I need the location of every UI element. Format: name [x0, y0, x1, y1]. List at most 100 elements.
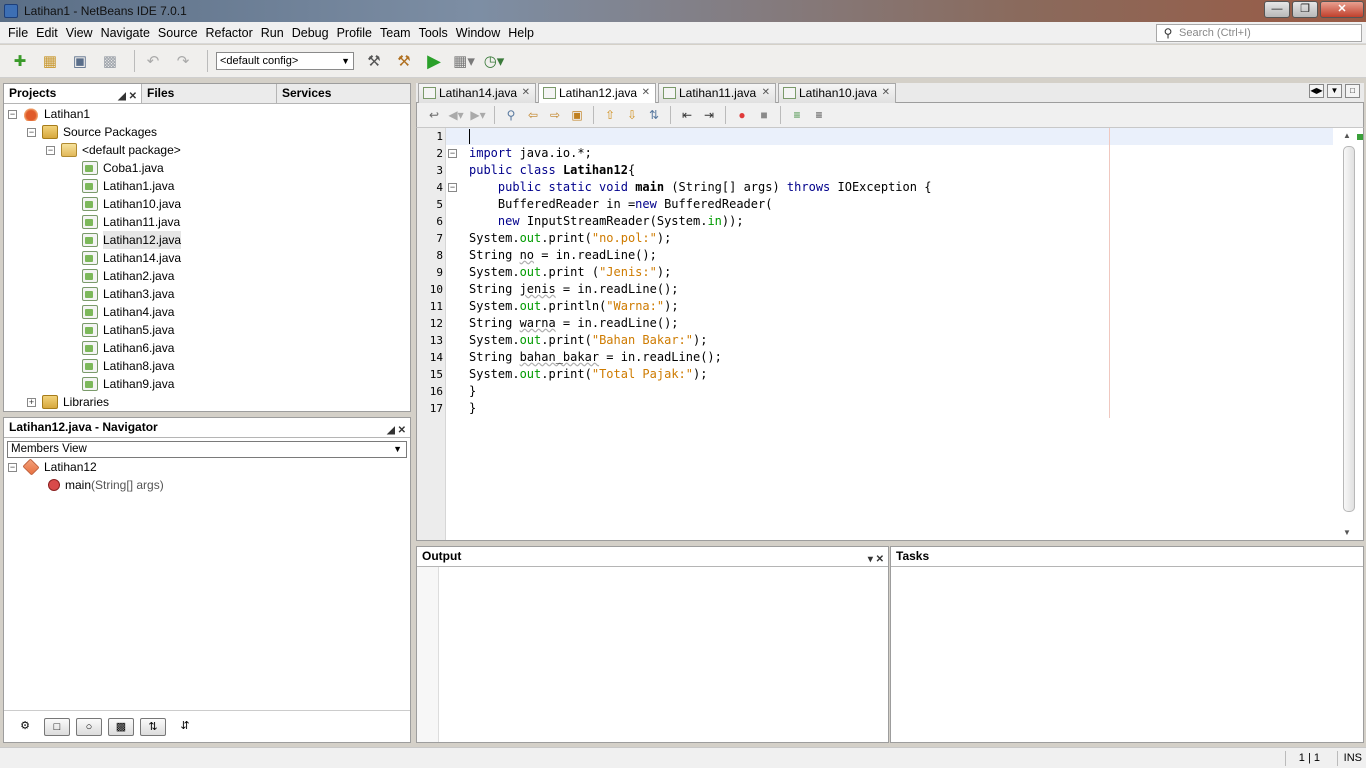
- menu-debug[interactable]: Debug: [288, 26, 333, 40]
- new-project-icon[interactable]: ▦: [38, 50, 62, 72]
- tree-node-default-package[interactable]: − <default package>: [46, 141, 181, 159]
- show-static-icon[interactable]: ○: [76, 717, 102, 736]
- fold-collapse-icon[interactable]: −: [448, 149, 457, 158]
- tree-file-selected[interactable]: Latihan12.java: [82, 231, 182, 249]
- save-all-icon[interactable]: ▩: [98, 50, 122, 72]
- close-tab-icon[interactable]: ✕: [882, 84, 890, 102]
- members-view-select[interactable]: Members View ▼: [7, 441, 407, 458]
- tree-node-source-packages[interactable]: − Source Packages: [27, 123, 157, 141]
- collapse-icon[interactable]: −: [46, 145, 55, 155]
- tree-file[interactable]: Latihan8.java: [82, 357, 174, 375]
- tree-file[interactable]: Latihan4.java: [82, 303, 174, 321]
- tree-node-project[interactable]: − Latihan1: [8, 105, 90, 123]
- tree-file[interactable]: Latihan6.java: [82, 339, 174, 357]
- scroll-tabs-left-icon[interactable]: ◀▶: [1309, 84, 1324, 98]
- find-selection-icon[interactable]: ⚲: [502, 106, 520, 124]
- tree-file[interactable]: Latihan9.java: [82, 375, 174, 393]
- sort-by-source-icon[interactable]: ⇅: [140, 717, 166, 736]
- tree-file[interactable]: Latihan5.java: [82, 321, 174, 339]
- tree-file[interactable]: Coba1.java: [82, 159, 164, 177]
- menu-help[interactable]: Help: [504, 26, 538, 40]
- redo-icon[interactable]: ↷: [171, 50, 195, 72]
- menu-file[interactable]: File: [4, 26, 32, 40]
- find-next-icon[interactable]: ⇨: [546, 106, 564, 124]
- sort-by-name-icon[interactable]: ⇵: [172, 718, 198, 736]
- minimize-window-icon[interactable]: ◢ ✕: [387, 421, 406, 440]
- next-bookmark-icon[interactable]: ⇩: [623, 106, 641, 124]
- close-tab-icon[interactable]: ✕: [642, 84, 650, 102]
- undo-icon[interactable]: ↶: [141, 50, 165, 72]
- maximize-window-icon[interactable]: □: [1345, 84, 1360, 98]
- tab-services[interactable]: Services: [277, 84, 410, 103]
- tree-file[interactable]: Latihan11.java: [82, 213, 180, 231]
- search-box[interactable]: ⚲ Search (Ctrl+I): [1156, 24, 1362, 42]
- scrollbar-thumb[interactable]: [1343, 146, 1355, 512]
- profile-icon[interactable]: ◷▾: [482, 50, 506, 72]
- menu-profile[interactable]: Profile: [333, 26, 376, 40]
- editor-scrollbar[interactable]: ▲ ▼: [1333, 128, 1363, 540]
- tree-file[interactable]: Latihan1.java: [82, 177, 174, 195]
- tree-file[interactable]: Latihan10.java: [82, 195, 181, 213]
- minimize-button[interactable]: —: [1264, 1, 1290, 18]
- comment-icon[interactable]: ≡: [788, 106, 806, 124]
- fold-collapse-icon[interactable]: −: [448, 183, 457, 192]
- back-icon[interactable]: ◀▾: [447, 106, 465, 124]
- config-select[interactable]: <default config> ▼: [216, 52, 354, 70]
- toggle-highlight-icon[interactable]: ▣: [568, 106, 586, 124]
- close-tab-icon[interactable]: ✕: [522, 84, 530, 102]
- menu-navigate[interactable]: Navigate: [97, 26, 154, 40]
- menu-view[interactable]: View: [62, 26, 97, 40]
- tree-node-libraries[interactable]: + Libraries: [27, 393, 109, 411]
- menu-source[interactable]: Source: [154, 26, 202, 40]
- clean-build-icon[interactable]: ⚒: [392, 50, 416, 72]
- tab-editor-file[interactable]: Latihan14.java ✕: [418, 83, 536, 103]
- scroll-down-icon[interactable]: ▼: [1343, 528, 1351, 537]
- menu-refactor[interactable]: Refactor: [202, 26, 257, 40]
- start-macro-icon[interactable]: ●: [733, 106, 751, 124]
- menu-tools[interactable]: Tools: [415, 26, 452, 40]
- expand-icon[interactable]: +: [27, 397, 36, 407]
- toggle-bookmark-icon[interactable]: ⇅: [645, 106, 663, 124]
- shift-left-icon[interactable]: ⇤: [678, 106, 696, 124]
- tree-file[interactable]: Latihan14.java: [82, 249, 181, 267]
- new-file-icon[interactable]: ✚: [8, 50, 32, 72]
- tab-projects[interactable]: Projects ◢ ✕: [4, 84, 142, 103]
- scroll-up-icon[interactable]: ▲: [1343, 131, 1351, 140]
- close-tab-icon[interactable]: ✕: [762, 84, 770, 102]
- forward-icon[interactable]: ▶▾: [469, 106, 487, 124]
- shift-right-icon[interactable]: ⇥: [700, 106, 718, 124]
- collapse-icon[interactable]: −: [27, 127, 36, 137]
- navigator-method-node[interactable]: main (String[] args): [48, 476, 164, 494]
- tab-tasks[interactable]: Tasks: [891, 547, 1363, 566]
- collapse-icon[interactable]: −: [8, 462, 17, 472]
- show-fields-icon[interactable]: □: [44, 717, 70, 736]
- tree-file[interactable]: Latihan2.java: [82, 267, 174, 285]
- inherited-members-icon[interactable]: ⚙: [12, 718, 38, 736]
- stop-macro-icon[interactable]: ■: [755, 106, 773, 124]
- maximize-button[interactable]: ❐: [1292, 1, 1318, 18]
- code-editor[interactable]: 1 2 3 4 5 6 7 8 9 10 11 12 13 14 15 16 1…: [416, 128, 1364, 541]
- tab-editor-file[interactable]: Latihan10.java ✕: [778, 83, 896, 103]
- collapse-icon[interactable]: −: [8, 109, 17, 119]
- tab-navigator[interactable]: Latihan12.java - Navigator ◢ ✕: [4, 418, 410, 437]
- tab-files[interactable]: Files: [142, 84, 277, 103]
- uncomment-icon[interactable]: ≡: [810, 106, 828, 124]
- menu-team[interactable]: Team: [376, 26, 415, 40]
- last-edit-icon[interactable]: ↩: [425, 106, 443, 124]
- menu-edit[interactable]: Edit: [32, 26, 62, 40]
- find-previous-icon[interactable]: ⇦: [524, 106, 542, 124]
- menu-run[interactable]: Run: [257, 26, 288, 40]
- tree-file[interactable]: Latihan3.java: [82, 285, 174, 303]
- tab-editor-file[interactable]: Latihan11.java ✕: [658, 83, 776, 103]
- show-non-public-icon[interactable]: ▩: [108, 717, 134, 736]
- build-hammer-icon[interactable]: ⚒: [362, 50, 386, 72]
- open-project-icon[interactable]: ▣: [68, 50, 92, 72]
- debug-icon[interactable]: ▦▾: [452, 50, 476, 72]
- navigator-class-node[interactable]: − Latihan12: [8, 458, 97, 476]
- menu-window[interactable]: Window: [452, 26, 504, 40]
- run-icon[interactable]: ▶: [422, 50, 446, 72]
- close-button[interactable]: ✕: [1320, 1, 1364, 18]
- tab-editor-active[interactable]: Latihan12.java ✕: [538, 83, 656, 104]
- previous-bookmark-icon[interactable]: ⇧: [601, 106, 619, 124]
- tab-output[interactable]: Output ▾ ✕: [417, 547, 888, 566]
